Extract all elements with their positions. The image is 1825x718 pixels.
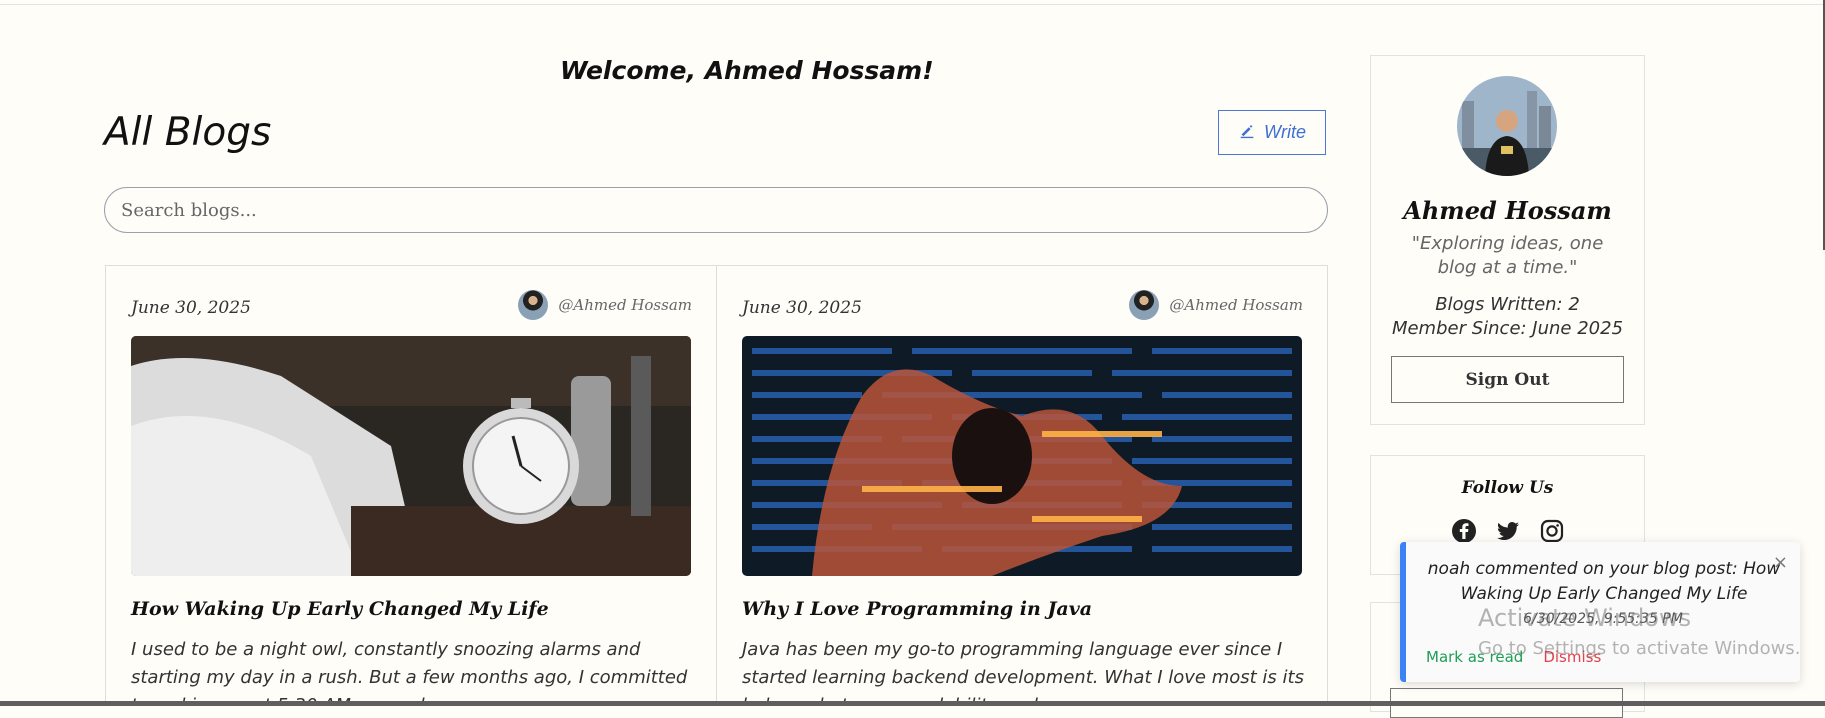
blog-card[interactable]: June 30, 2025 @Ahmed Hossam How Waking U… bbox=[105, 265, 717, 706]
blog-title[interactable]: Why I Love Programming in Java bbox=[742, 598, 1092, 620]
close-icon[interactable]: × bbox=[1773, 552, 1788, 573]
blog-author[interactable]: @Ahmed Hossam bbox=[518, 290, 692, 320]
write-button[interactable]: Write bbox=[1218, 110, 1326, 155]
welcome-message: Welcome, Ahmed Hossam! bbox=[560, 56, 934, 85]
pen-icon bbox=[1238, 121, 1256, 144]
profile-name: Ahmed Hossam bbox=[1403, 196, 1612, 225]
profile-quote: "Exploring ideas, one blog at a time." bbox=[1411, 233, 1604, 278]
follow-us-title: Follow Us bbox=[1461, 478, 1554, 498]
blog-card[interactable]: June 30, 2025 @Ahmed Hossam Why I Love P… bbox=[716, 265, 1328, 706]
author-avatar bbox=[1129, 290, 1160, 320]
top-divider bbox=[0, 4, 1825, 5]
page-title: All Blogs bbox=[104, 110, 272, 155]
blog-date: June 30, 2025 bbox=[742, 298, 862, 318]
author-avatar bbox=[518, 290, 549, 320]
member-since-stat: Member Since: June 2025 bbox=[1391, 318, 1624, 339]
bottom-bar bbox=[0, 701, 1825, 706]
write-label: Write bbox=[1264, 122, 1306, 142]
blog-excerpt: I used to be a night owl, constantly sno… bbox=[131, 639, 688, 705]
blog-excerpt: Java has been my go-to programming langu… bbox=[742, 639, 1304, 705]
author-handle: @Ahmed Hossam bbox=[1169, 296, 1303, 314]
notification-actions: Mark as read Dismiss bbox=[1426, 648, 1601, 666]
blog-author[interactable]: @Ahmed Hossam bbox=[1129, 290, 1303, 320]
sign-out-button[interactable]: Sign Out bbox=[1391, 356, 1624, 403]
twitter-icon[interactable] bbox=[1495, 518, 1521, 544]
author-handle: @Ahmed Hossam bbox=[558, 296, 692, 314]
blogs-written-stat: Blogs Written: 2 bbox=[1435, 294, 1580, 315]
notification-message: noah commented on your blog post: How Wa… bbox=[1427, 559, 1781, 604]
mark-as-read-link[interactable]: Mark as read bbox=[1426, 648, 1523, 666]
notification-time: 6/30/2025, 9:55:35 PM bbox=[1523, 611, 1683, 627]
instagram-icon[interactable] bbox=[1539, 518, 1565, 544]
social-icons bbox=[1371, 518, 1644, 544]
notification-toast: noah commented on your blog post: How Wa… bbox=[1400, 542, 1800, 682]
search-input[interactable] bbox=[104, 187, 1328, 233]
blog-date: June 30, 2025 bbox=[131, 298, 251, 318]
profile-avatar bbox=[1457, 76, 1557, 176]
blog-title[interactable]: How Waking Up Early Changed My Life bbox=[131, 598, 549, 620]
dismiss-link[interactable]: Dismiss bbox=[1543, 648, 1601, 666]
alarm-clock-bedside-image[interactable] bbox=[131, 336, 691, 576]
profile-card: Ahmed Hossam "Exploring ideas, one blog … bbox=[1370, 55, 1645, 425]
code-projection-image[interactable] bbox=[742, 336, 1302, 576]
facebook-icon[interactable] bbox=[1451, 518, 1477, 544]
